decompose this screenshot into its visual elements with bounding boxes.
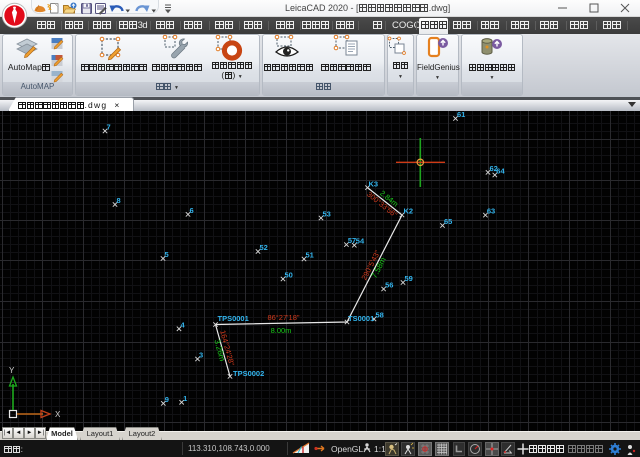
svg-text:7: 7 (107, 123, 111, 132)
svg-text:8: 8 (117, 196, 121, 205)
svg-text:51: 51 (306, 251, 314, 260)
svg-text:59: 59 (405, 274, 413, 283)
svg-text:5: 5 (165, 250, 169, 259)
svg-text:OpenGL: OpenGL (331, 444, 363, 454)
svg-text:58: 58 (376, 311, 384, 320)
svg-text:TPS0001: TPS0001 (218, 314, 249, 323)
svg-text:X: X (55, 410, 61, 419)
svg-text:65: 65 (444, 217, 452, 226)
svg-text:63: 63 (487, 207, 495, 216)
svg-text:8.00m: 8.00m (271, 326, 292, 335)
svg-text:K2: K2 (404, 207, 414, 216)
svg-text:K3: K3 (369, 180, 379, 189)
svg-text:9: 9 (165, 395, 169, 404)
svg-text:6: 6 (190, 206, 194, 215)
svg-text:TS0001: TS0001 (348, 314, 374, 323)
svg-text:4: 4 (181, 320, 186, 329)
svg-text:54: 54 (356, 237, 365, 246)
svg-text:52: 52 (260, 243, 268, 252)
svg-text:86°27'18": 86°27'18" (267, 313, 299, 322)
svg-text:Y: Y (9, 366, 15, 375)
svg-text:53: 53 (323, 210, 331, 219)
svg-text:61: 61 (457, 111, 465, 119)
svg-text:56: 56 (385, 281, 393, 290)
svg-text:3: 3 (199, 351, 203, 360)
svg-text:TPS0002: TPS0002 (233, 369, 264, 378)
svg-text:50: 50 (285, 271, 293, 280)
svg-text:64: 64 (496, 167, 505, 176)
svg-text:1: 1 (183, 394, 187, 403)
